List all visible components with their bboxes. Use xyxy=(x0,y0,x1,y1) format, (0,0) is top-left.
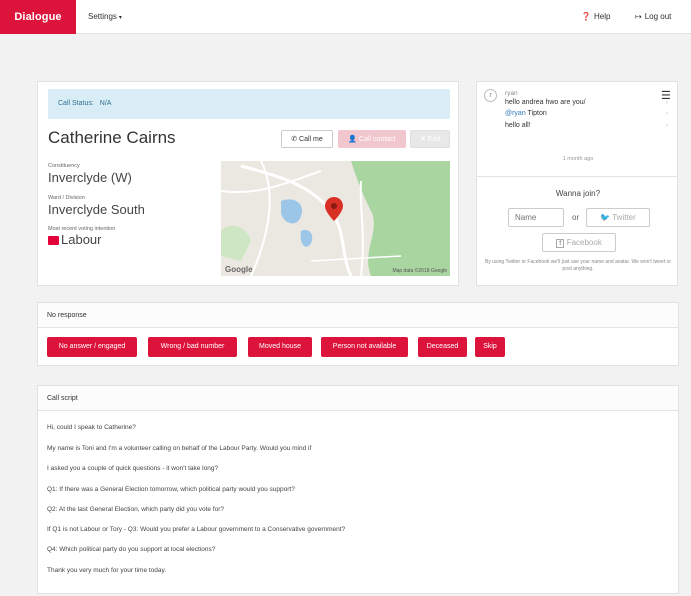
ward-value: Inverclyde South xyxy=(48,202,145,217)
map-credit: Map data ©2018 Google xyxy=(392,268,447,274)
phone-icon: ✆ xyxy=(291,136,298,143)
close-icon: ✕ xyxy=(419,136,426,143)
twitter-button[interactable]: 🐦 Twitter xyxy=(586,208,650,227)
call-status-value: N/A xyxy=(99,100,112,107)
location-map[interactable]: Google Map data ©2018 Google xyxy=(221,161,450,276)
no-response-panel: No response No answer / engaged Wrong / … xyxy=(37,302,679,366)
map-graphic xyxy=(221,161,450,276)
script-line: Q4: Which political party do you support… xyxy=(47,546,216,553)
contact-card: Call Status: N/A Catherine Cairns ✆ Call … xyxy=(37,81,459,286)
mention-link[interactable]: @ryan xyxy=(505,110,526,117)
deceased-button[interactable]: Deceased xyxy=(418,337,467,357)
name-input[interactable] xyxy=(508,208,564,227)
help-label: Help xyxy=(593,12,611,21)
facebook-button[interactable]: f Facebook xyxy=(542,233,616,252)
logout-label: Log out xyxy=(644,12,672,21)
script-line: My name is Toni and I'm a volunteer call… xyxy=(47,445,312,452)
logout-link[interactable]: ↦ Log out xyxy=(635,12,671,21)
divider xyxy=(477,176,677,177)
script-line: Q1: If there was a General Election tomo… xyxy=(47,486,295,493)
call-me-label: Call me xyxy=(299,136,323,143)
call-me-button[interactable]: ✆ Call me xyxy=(281,130,333,148)
brand-logo[interactable]: Dialogue xyxy=(0,0,76,34)
wanna-join-heading: Wanna join? xyxy=(555,189,601,198)
chat-timestamp: 1 month ago xyxy=(562,156,594,162)
sign-out-icon: ↦ xyxy=(635,12,642,21)
or-text: or xyxy=(572,213,580,222)
facebook-icon: f xyxy=(556,239,565,248)
wrong-number-button[interactable]: Wrong / bad number xyxy=(148,337,237,357)
call-contact-button[interactable]: 👤 Call contact xyxy=(338,130,406,148)
chat-message: hello andrea hwo are you/ xyxy=(505,99,586,106)
script-line: I asked you a couple of quick questions … xyxy=(47,465,219,472)
google-logo: Google xyxy=(225,265,253,274)
call-status-bar: Call Status: N/A xyxy=(48,89,450,119)
person-not-available-button[interactable]: Person not available xyxy=(321,337,408,357)
end-call-button[interactable]: ✕ End xyxy=(410,130,450,148)
call-script-title: Call script xyxy=(38,386,678,411)
voting-intention-text: Labour xyxy=(61,232,102,247)
question-circle-icon: ❓ xyxy=(581,12,591,21)
chat-username: ryan xyxy=(505,90,518,97)
ward-label: Ward / Division xyxy=(48,195,85,201)
moved-house-button[interactable]: Moved house xyxy=(248,337,312,357)
skip-button[interactable]: Skip xyxy=(475,337,505,357)
script-line: If Q1 is not Labour or Tory - Q3: Would … xyxy=(47,526,346,533)
chevron-right-icon: › xyxy=(666,100,668,106)
privacy-note: By using Twitter or Facebook we'll just … xyxy=(485,259,671,272)
labour-rose-icon xyxy=(48,236,59,245)
chat-message-text: Tipton xyxy=(525,110,547,117)
chevron-down-icon: ▾ xyxy=(118,15,122,21)
chat-panel: r ryan ☰ hello andrea hwo are you/ › @ry… xyxy=(476,81,678,286)
settings-label: Settings xyxy=(88,12,117,21)
chat-message: hello all! xyxy=(505,122,531,129)
no-answer-button[interactable]: No answer / engaged xyxy=(47,337,137,357)
call-script-panel: Call script Hi, could I speak to Catheri… xyxy=(37,385,679,594)
chevron-right-icon: › xyxy=(666,111,668,117)
constituency-label: Constituency xyxy=(48,163,80,169)
chevron-right-icon: › xyxy=(666,123,668,129)
twitter-icon: 🐦 xyxy=(600,213,611,222)
chat-message: @ryan Tipton xyxy=(505,110,547,117)
help-link[interactable]: ❓ Help xyxy=(581,12,610,21)
end-label: End xyxy=(427,136,441,143)
contact-name: Catherine Cairns xyxy=(48,128,176,147)
top-navbar: Dialogue Settings ▾ ❓ Help ↦ Log out xyxy=(0,0,691,34)
no-response-title: No response xyxy=(38,303,678,328)
script-line: Q2: At the last General Election, which … xyxy=(47,506,225,513)
voting-intention-value: Labour xyxy=(48,232,101,247)
call-status-label: Call Status: xyxy=(58,100,94,107)
script-line: Hi, could I speak to Catherine? xyxy=(47,424,136,431)
facebook-label: Facebook xyxy=(566,238,602,247)
twitter-label: Twitter xyxy=(612,213,636,222)
settings-menu[interactable]: Settings ▾ xyxy=(88,12,122,21)
avatar: r xyxy=(484,89,497,102)
user-icon: 👤 xyxy=(348,136,358,143)
script-line: Thank you very much for your time today. xyxy=(47,567,167,574)
constituency-value: Inverclyde (W) xyxy=(48,170,132,185)
call-contact-label: Call contact xyxy=(359,136,396,143)
